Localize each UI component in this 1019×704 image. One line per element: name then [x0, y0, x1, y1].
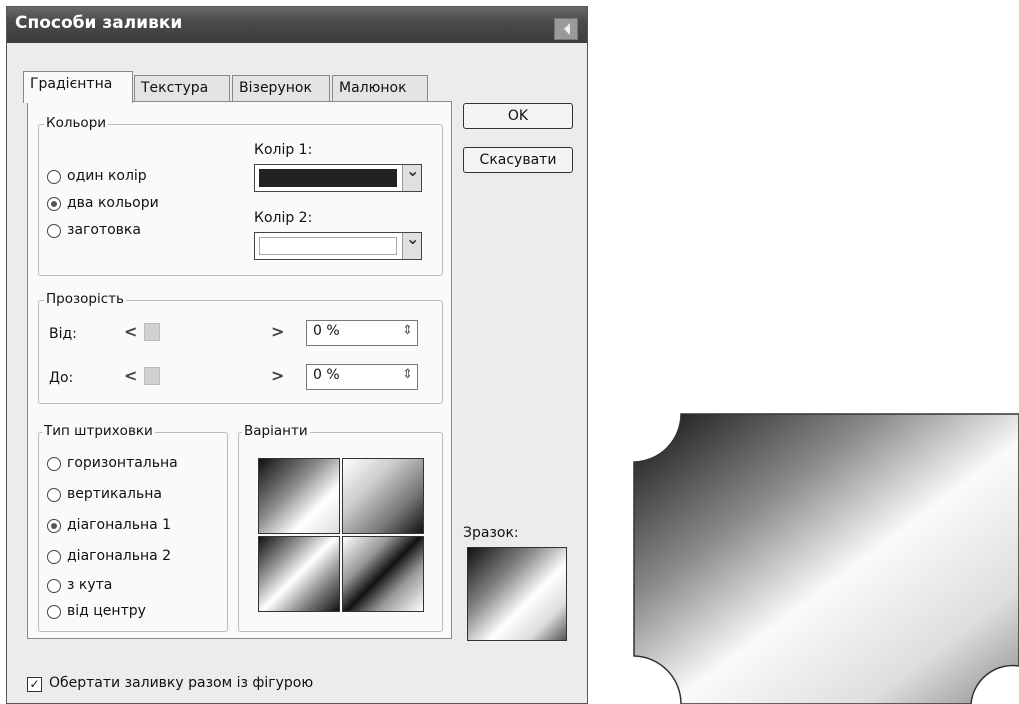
radio-from-center-label: від центру: [67, 603, 146, 619]
tab-pattern[interactable]: Візерунок: [232, 75, 330, 101]
radio-diagonal-1-label: діагональна 1: [67, 517, 172, 533]
title-bar[interactable]: Способи заливки: [7, 7, 587, 43]
sample-preview: [467, 547, 567, 641]
color2-dropdown[interactable]: [254, 229, 422, 260]
variant-2[interactable]: [342, 458, 424, 534]
radio-preset[interactable]: [47, 224, 61, 238]
radio-from-corner[interactable]: [47, 579, 61, 593]
radio-vertical-label: вертикальна: [67, 486, 162, 502]
to-percent-stepper[interactable]: 0 % ⇕: [306, 364, 418, 390]
close-icon[interactable]: [554, 18, 578, 40]
radio-one-color[interactable]: [47, 170, 61, 184]
radio-horizontal[interactable]: [47, 457, 61, 471]
chevron-left-icon[interactable]: <: [124, 322, 137, 341]
chevron-down-icon[interactable]: [402, 161, 421, 191]
radio-vertical[interactable]: [47, 488, 61, 502]
color2-label: Колір 2:: [254, 210, 313, 226]
sample-label: Зразок:: [463, 525, 519, 541]
radio-preset-label: заготовка: [67, 222, 141, 238]
to-percent-value: 0 %: [313, 367, 340, 383]
from-percent-stepper[interactable]: 0 % ⇕: [306, 320, 418, 346]
dialog-title: Способи заливки: [15, 13, 183, 33]
gradient-shape: [633, 413, 1019, 704]
radio-horizontal-label: горизонтальна: [67, 455, 178, 471]
color2-swatch: [259, 237, 397, 255]
transparency-group-label: Прозорість: [44, 291, 126, 307]
to-slider-thumb[interactable]: [144, 367, 160, 385]
ok-button[interactable]: OK: [463, 103, 573, 129]
filled-shape-preview: [633, 413, 1019, 704]
color1-dropdown[interactable]: [254, 161, 422, 192]
radio-from-center[interactable]: [47, 605, 61, 619]
from-label: Від:: [49, 326, 77, 342]
from-percent-value: 0 %: [313, 323, 340, 339]
chevron-right-icon[interactable]: >: [271, 322, 284, 341]
chevron-right-icon[interactable]: >: [271, 366, 284, 385]
from-slider-thumb[interactable]: [144, 323, 160, 341]
radio-diagonal-2-label: діагональна 2: [67, 548, 172, 564]
chevron-down-icon[interactable]: [402, 229, 421, 259]
tab-gradient[interactable]: Градієнтна: [23, 71, 133, 103]
to-label: До:: [49, 370, 74, 386]
chevron-left-icon[interactable]: <: [124, 366, 137, 385]
rotate-with-shape-checkbox[interactable]: ✓: [27, 677, 42, 692]
tab-texture[interactable]: Текстура: [134, 75, 230, 101]
radio-diagonal-1[interactable]: [47, 519, 61, 533]
spin-arrows-icon[interactable]: ⇕: [402, 323, 413, 338]
shading-group-label: Тип штриховки: [42, 423, 155, 439]
variant-4[interactable]: [342, 536, 424, 612]
variants-group-label: Варіанти: [242, 423, 310, 439]
fill-effects-dialog: Способи заливки Градієнтна Текстура Візе…: [6, 6, 588, 704]
colors-group-label: Кольори: [44, 115, 109, 131]
tab-panel-gradient: Кольори один колір два кольори заготовка…: [27, 101, 452, 639]
radio-two-colors-label: два кольори: [67, 195, 159, 211]
radio-diagonal-2[interactable]: [47, 550, 61, 564]
color1-label: Колір 1:: [254, 142, 313, 158]
color1-swatch: [259, 169, 397, 187]
tab-picture[interactable]: Малюнок: [332, 75, 428, 101]
variant-3[interactable]: [258, 536, 340, 612]
spin-arrows-icon[interactable]: ⇕: [402, 367, 413, 382]
radio-from-corner-label: з кута: [67, 577, 113, 593]
radio-two-colors[interactable]: [47, 197, 61, 211]
variant-1[interactable]: [258, 458, 340, 534]
cancel-button[interactable]: Скасувати: [463, 147, 573, 173]
rotate-with-shape-label: Обертати заливку разом із фігурою: [49, 675, 314, 691]
radio-one-color-label: один колір: [67, 168, 147, 184]
